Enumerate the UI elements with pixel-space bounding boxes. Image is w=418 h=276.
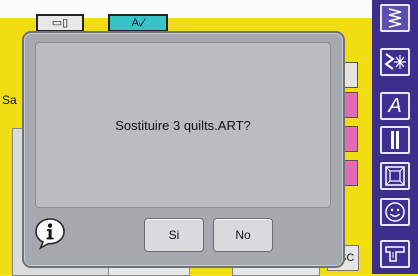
yes-button[interactable]: Si	[144, 218, 204, 252]
dialog-message: Sostituire 3 quilts.ART?	[115, 117, 251, 133]
tab-stitch-mode[interactable]: ▭▯	[36, 14, 84, 32]
buttonhole-icon	[391, 131, 399, 149]
buttonhole-button[interactable]	[380, 126, 410, 154]
smiley-icon	[385, 202, 405, 222]
sewing-machine-icon	[385, 246, 405, 262]
smiley-button[interactable]	[380, 198, 410, 226]
sewing-machine-button[interactable]	[380, 240, 410, 268]
message-panel: Sostituire 3 quilts.ART?	[35, 42, 331, 208]
stitch-mode-icon: ▭▯	[51, 17, 69, 29]
decorative-stitch-icon	[384, 53, 406, 70]
zigzag-stitch-icon	[388, 8, 402, 28]
embroidery-mode-icon: Aᵥ⁄	[131, 17, 145, 29]
quilt-icon	[385, 166, 405, 186]
confirm-dialog: Sostituire 3 quilts.ART? Si No	[22, 31, 345, 268]
decorative-stitch-button[interactable]	[380, 48, 410, 76]
tab-embroidery-mode[interactable]: Aᵥ⁄	[108, 14, 168, 32]
zigzag-stitch-button[interactable]	[380, 4, 410, 32]
no-button[interactable]: No	[213, 218, 273, 252]
alphabet-button[interactable]: A	[380, 92, 410, 120]
alphabet-icon: A	[388, 94, 402, 117]
right-toolbar: A	[372, 0, 418, 274]
quilt-button[interactable]	[380, 162, 410, 190]
background-label: Sa	[2, 93, 17, 107]
info-icon	[35, 218, 65, 250]
